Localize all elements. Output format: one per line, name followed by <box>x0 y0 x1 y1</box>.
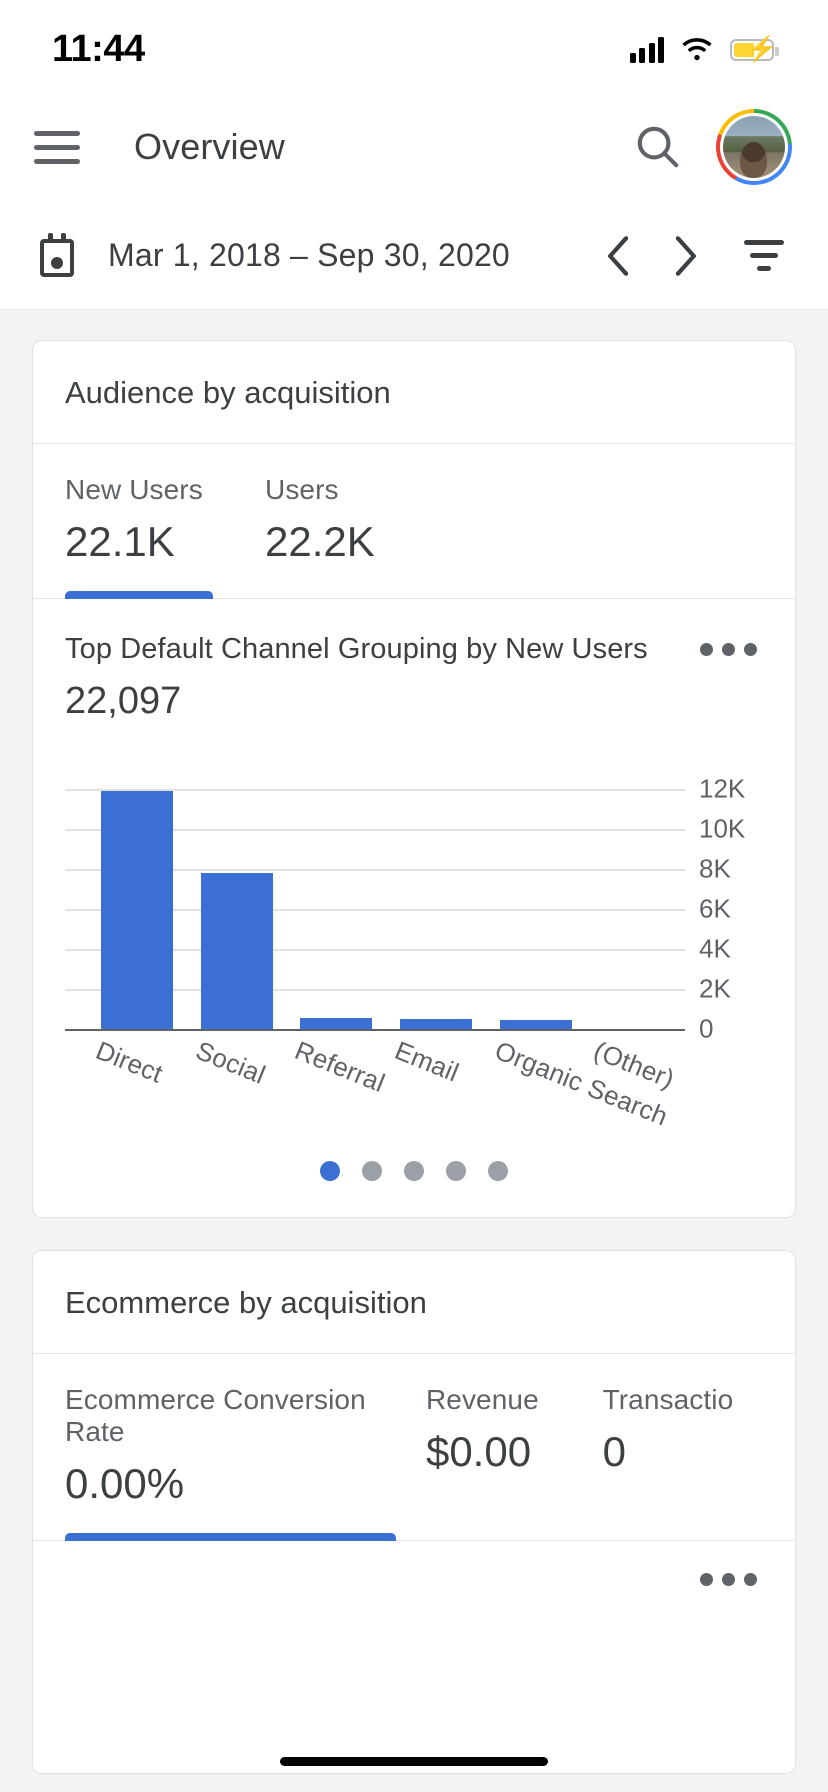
bar[interactable] <box>499 1019 572 1029</box>
y-axis-labels: 0 2K 4K 6K 8K 10K 12K <box>687 769 763 1044</box>
avatar-photo <box>723 116 785 178</box>
card-audience-by-acquisition: Audience by acquisition New Users 22.1K … <box>32 340 796 1218</box>
card-title: Audience by acquisition <box>33 341 795 444</box>
wifi-icon <box>682 38 712 61</box>
metric-tab-strip: Ecommerce Conversion Rate 0.00% Revenue … <box>33 1354 795 1541</box>
metric-tab-revenue[interactable]: Revenue $0.00 <box>426 1354 563 1540</box>
date-range-label[interactable]: Mar 1, 2018 – Sep 30, 2020 <box>108 237 586 274</box>
x-axis-tick-label: Email <box>390 1035 464 1088</box>
card-ecommerce-by-acquisition: Ecommerce by acquisition Ecommerce Conve… <box>32 1250 796 1774</box>
bar-slot[interactable] <box>286 769 386 1029</box>
bar-slot[interactable] <box>187 769 287 1029</box>
bar[interactable] <box>100 791 173 1029</box>
chart-title: Top Default Channel Grouping by New User… <box>65 633 648 665</box>
metric-value: 0 <box>602 1428 626 1475</box>
avatar[interactable] <box>716 109 792 185</box>
active-indicator <box>65 591 213 599</box>
bar-slot[interactable] <box>486 769 586 1029</box>
y-axis-tick-label: 6K <box>699 893 731 924</box>
y-axis-tick-label: 10K <box>699 813 746 844</box>
chart-pane-placeholder <box>33 1541 795 1773</box>
metric-value: 22.2K <box>265 518 375 565</box>
metric-label: Ecommerce Conversion Rate <box>65 1384 366 1447</box>
x-axis-tick-label: Referral <box>290 1035 390 1099</box>
date-range-bar: Mar 1, 2018 – Sep 30, 2020 <box>0 202 828 310</box>
x-axis-labels: Direct Social Referral Email Organic Search(… <box>87 1029 685 1139</box>
active-indicator <box>426 1533 563 1541</box>
home-indicator <box>280 1757 548 1766</box>
metric-value: 22.1K <box>65 518 175 565</box>
x-axis-tick-label: Social <box>191 1035 270 1090</box>
status-time: 11:44 <box>52 27 145 70</box>
pagination-dot[interactable] <box>488 1161 508 1181</box>
app-bar: Overview <box>0 92 828 202</box>
carousel-pagination <box>65 1139 763 1217</box>
bar-chart: 0 2K 4K 6K 8K 10K 12K <box>65 769 763 1044</box>
bar-slot[interactable] <box>87 769 187 1029</box>
dashboard-scroll-area[interactable]: Audience by acquisition New Users 22.1K … <box>0 310 828 1792</box>
metric-value: $0.00 <box>425 1428 532 1475</box>
status-indicators: ⚡ <box>629 37 779 63</box>
bar-slot[interactable] <box>585 769 685 1029</box>
chart-total-value: 22,097 <box>65 680 182 722</box>
metric-label: New Users <box>65 474 203 505</box>
bar[interactable] <box>399 1018 472 1029</box>
pagination-dot[interactable] <box>446 1161 466 1181</box>
pagination-dot[interactable] <box>404 1161 424 1181</box>
active-indicator <box>603 1533 795 1541</box>
bar[interactable] <box>300 1017 373 1029</box>
more-options-icon[interactable] <box>694 1563 763 1596</box>
hamburger-menu-icon[interactable] <box>34 120 88 174</box>
metric-tab-ecommerce-conversion-rate[interactable]: Ecommerce Conversion Rate 0.00% <box>65 1354 396 1541</box>
bar[interactable] <box>200 873 273 1029</box>
metric-tab-strip: New Users 22.1K Users 22.2K <box>33 444 795 599</box>
chevron-left-icon[interactable] <box>586 223 652 289</box>
metric-tab-users[interactable]: Users 22.2K <box>265 444 465 598</box>
card-title: Ecommerce by acquisition <box>33 1251 795 1354</box>
signal-bars-icon <box>629 37 664 63</box>
metric-value: 0.00% <box>65 1460 185 1507</box>
chevron-right-icon[interactable] <box>652 223 718 289</box>
metric-tab-new-users[interactable]: New Users 22.1K <box>65 444 213 599</box>
chart-pane: Top Default Channel Grouping by New User… <box>33 599 795 1217</box>
bar-slot[interactable] <box>386 769 486 1029</box>
search-icon[interactable] <box>626 115 690 179</box>
x-axis-tick-label: Direct <box>91 1035 168 1089</box>
pagination-dot[interactable] <box>362 1161 382 1181</box>
metric-label: Transactio <box>602 1384 734 1415</box>
y-axis-tick-label: 4K <box>699 933 731 964</box>
y-axis-tick-label: 2K <box>699 973 731 1004</box>
metric-tab-transactions[interactable]: Transactio 0 <box>603 1354 795 1540</box>
y-axis-tick-label: 8K <box>699 853 731 884</box>
page-title: Overview <box>134 126 285 167</box>
active-indicator <box>65 1533 396 1541</box>
y-axis-tick-label: 12K <box>699 773 746 804</box>
status-bar: 11:44 ⚡ <box>0 0 828 92</box>
filter-icon[interactable] <box>734 226 794 286</box>
active-indicator <box>265 591 465 599</box>
chart-header: Top Default Channel Grouping by New User… <box>65 633 763 723</box>
more-options-icon[interactable] <box>694 633 763 666</box>
calendar-icon[interactable] <box>34 232 80 279</box>
y-axis-tick-label: 0 <box>699 1013 714 1044</box>
metric-label: Revenue <box>425 1384 539 1415</box>
metric-label: Users <box>265 474 339 505</box>
pagination-dot[interactable] <box>320 1161 340 1181</box>
battery-charging-icon: ⚡ <box>730 37 779 62</box>
chart-bars <box>87 769 685 1029</box>
